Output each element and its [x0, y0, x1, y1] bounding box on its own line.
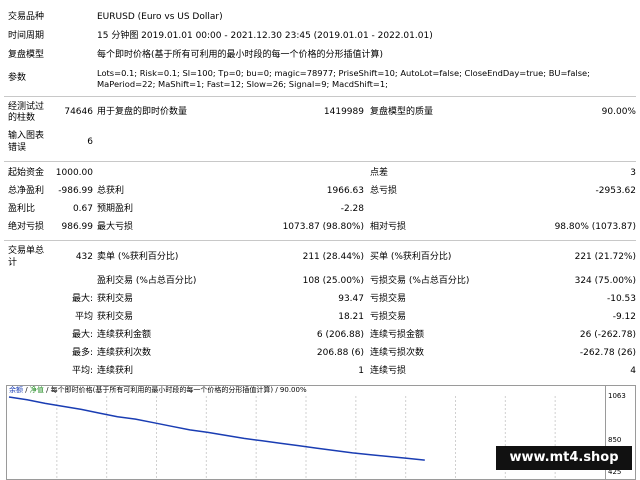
maximal-profit-value: 206.88 (6): [316, 348, 364, 358]
pf-value: 0.67: [72, 204, 93, 214]
symbol-value: EURUSD (Euro vs US Dollar): [97, 12, 223, 22]
spread-value: 3: [630, 168, 636, 178]
total-label-2: 计: [8, 258, 18, 268]
divider: [4, 96, 636, 97]
total-value: 432: [75, 252, 93, 262]
y-tick-label: 1063: [608, 392, 626, 400]
maximal-profit-label: 连续获利次数: [97, 348, 152, 358]
max-cons-wins-value: 6 (206.88): [316, 330, 364, 340]
maximal-loss-value: -262.78 (26): [579, 348, 636, 358]
short-value: 211 (28.44%): [302, 252, 364, 262]
expected-label: 预期盈利: [97, 204, 134, 214]
maximal-prefix: 最多:: [71, 348, 93, 358]
profit-trades-label: 盈利交易 (%占总百分比): [97, 276, 197, 286]
watermark: www.mt4.shop: [496, 446, 632, 470]
max-dd-label: 最大亏损: [97, 222, 134, 232]
largest-prefix: 最大:: [71, 294, 93, 304]
avg-cons-wins-value: 1: [358, 366, 364, 376]
spread-label: 点差: [370, 168, 389, 178]
long-value: 221 (21.72%): [574, 252, 636, 262]
params-label: 参数: [8, 73, 27, 83]
average-profit-value: 18.21: [338, 312, 364, 322]
largest-loss-label: 亏损交易: [370, 294, 407, 304]
params-line2: MaPeriod=22; MaShift=1; Fast=12; Slow=26…: [97, 79, 388, 89]
largest-profit-value: 93.47: [338, 294, 364, 304]
balance-line: [8, 396, 425, 461]
model-label: 复盘模型: [8, 50, 45, 60]
max-cons-losses-value: 26 (-262.78): [579, 330, 636, 340]
average-profit-label: 获利交易: [97, 312, 134, 322]
ticks-label: 用于复盘的即时价数量: [97, 107, 188, 117]
errors-value: 6: [87, 137, 93, 147]
largest-loss-value: -10.53: [606, 294, 636, 304]
avg-cons-losses-label: 连续亏损: [370, 366, 407, 376]
gross-profit-label: 总获利: [97, 186, 125, 196]
average-loss-value: -9.12: [612, 312, 636, 322]
deposit-value: 1000.00: [55, 168, 93, 178]
ticks-value: 1419989: [323, 107, 364, 117]
divider: [4, 240, 636, 241]
quality-label: 复盘模型的质量: [370, 107, 434, 117]
net-value: -986.99: [58, 186, 93, 196]
average-loss-label: 亏损交易: [370, 312, 407, 322]
params-line1: Lots=0.1; Risk=0.1; Sl=100; Tp=0; bu=0; …: [97, 68, 590, 78]
long-label: 买单 (%获利百分比): [370, 252, 452, 262]
bars-value: 74646: [64, 107, 93, 117]
rel-dd-label: 相对亏损: [370, 222, 407, 232]
bars-label-2: 的柱数: [8, 113, 36, 123]
max-cons-wins-label: 连续获利金额: [97, 330, 152, 340]
expected-value: -2.28: [340, 204, 364, 214]
period-label: 时间周期: [8, 31, 45, 41]
rel-dd-value: 98.80% (1073.87): [554, 222, 636, 232]
short-label: 卖单 (%获利百分比): [97, 252, 179, 262]
gross-loss-value: -2953.62: [595, 186, 636, 196]
divider: [4, 161, 636, 162]
gross-profit-value: 1966.63: [326, 186, 364, 196]
y-tick-label: 850: [608, 436, 622, 444]
abs-dd-value: 986.99: [61, 222, 94, 232]
errors-label-1: 输入图表: [8, 131, 45, 141]
max-dd-value: 1073.87 (98.80%): [282, 222, 364, 232]
avg-cons-losses-value: 4: [630, 366, 636, 376]
max-cons-prefix: 最大:: [71, 330, 93, 340]
max-cons-losses-label: 连续亏损金额: [370, 330, 425, 340]
loss-trades-value: 324 (75.00%): [574, 276, 636, 286]
quality-value: 90.00%: [601, 107, 636, 117]
maximal-loss-label: 连续亏损次数: [370, 348, 425, 358]
largest-profit-label: 获利交易: [97, 294, 134, 304]
bars-label-1: 经测试过: [8, 102, 45, 112]
avg-cons-prefix: 平均:: [71, 366, 93, 376]
period-value: 15 分钟图 2019.01.01 00:00 - 2021.12.30 23:…: [97, 31, 433, 41]
avg-cons-wins-label: 连续获利: [97, 366, 134, 376]
gross-loss-label: 总亏损: [370, 186, 398, 196]
errors-label-2: 错误: [8, 143, 27, 153]
loss-trades-label: 亏损交易 (%占总百分比): [370, 276, 470, 286]
model-value: 每个即时价格(基于所有可利用的最小时段的每一个价格的分形插值计算): [97, 50, 384, 60]
average-prefix: 平均: [74, 312, 93, 322]
profit-trades-value: 108 (25.00%): [302, 276, 364, 286]
symbol-label: 交易品种: [8, 12, 45, 22]
